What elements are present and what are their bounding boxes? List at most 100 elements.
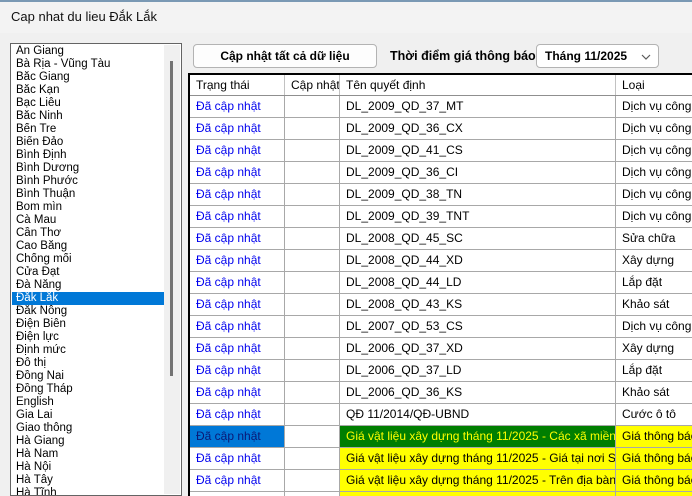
decision-name-cell[interactable]: DL_2008_QD_45_SC	[340, 228, 616, 249]
status-cell[interactable]: Đã cập nhật	[190, 118, 285, 139]
decision-name-cell[interactable]: DL_2006_QD_37_XD	[340, 338, 616, 359]
province-list-item[interactable]: Cần Thơ	[12, 227, 164, 240]
table-row[interactable]: Đã cập nhật DL_2008_QD_44_LD Lắp đặt	[190, 272, 692, 294]
decision-name-cell[interactable]: DL_2006_QD_36_KS	[340, 382, 616, 403]
type-cell[interactable]: Cước ô tô	[616, 404, 692, 425]
price-month-combobox[interactable]: Tháng 11/2025	[536, 44, 659, 68]
type-cell[interactable]: Dịch vụ công ích	[616, 184, 692, 205]
table-row[interactable]: Đã cập nhật DL_2008_QD_45_SC Sửa chữa	[190, 228, 692, 250]
type-cell[interactable]: Dịch vụ công ích	[616, 162, 692, 183]
update-cell[interactable]	[285, 228, 340, 249]
decision-name-cell[interactable]: DL_2008_QD_43_KS	[340, 294, 616, 315]
decision-name-cell[interactable]: DL_2009_QD_39_TNT	[340, 206, 616, 227]
listbox-scrollbar[interactable]	[164, 45, 180, 494]
update-cell[interactable]	[285, 448, 340, 469]
province-list-item[interactable]: Cà Mau	[12, 214, 164, 227]
province-list-item[interactable]: Đồng Nai	[12, 370, 164, 383]
type-cell[interactable]: Dịch vụ công ích	[616, 140, 692, 161]
type-cell[interactable]: Xây dựng	[616, 338, 692, 359]
province-list-item[interactable]: Bắc Kạn	[12, 84, 164, 97]
decision-name-cell[interactable]: Giá vật liệu xây dựng tháng 11/2025 - Tr…	[340, 470, 616, 491]
province-list-item[interactable]: Điện Biên	[12, 318, 164, 331]
status-cell[interactable]: Đã cập nhật	[190, 96, 285, 117]
decision-name-cell[interactable]: DL_2008_QD_44_LD	[340, 272, 616, 293]
province-list-item[interactable]: Bình Thuận	[12, 188, 164, 201]
province-listbox[interactable]: An Giang Bà Rịa - Vũng Tàu Bắc Giang Bắc Kạ…	[10, 43, 182, 496]
province-list-item[interactable]: Bắc Giang	[12, 71, 164, 84]
province-list-item[interactable]: Biển Đảo	[12, 136, 164, 149]
province-list-item[interactable]: Hà Nội	[12, 461, 164, 474]
province-list-item[interactable]: Bà Rịa - Vũng Tàu	[12, 58, 164, 71]
status-cell[interactable]: Đã cập nhật	[190, 316, 285, 337]
table-row[interactable]: Đã cập nhật Giá vật liệu xây dựng tháng …	[190, 448, 692, 470]
update-cell[interactable]	[285, 184, 340, 205]
table-row[interactable]: Đã cập nhật DL_2009_QD_36_CI Dịch vụ côn…	[190, 162, 692, 184]
province-list-item[interactable]: Bình Định	[12, 149, 164, 162]
province-list-item[interactable]: Bến Tre	[12, 123, 164, 136]
decision-name-cell[interactable]: DL_2008_QD_44_XD	[340, 250, 616, 271]
province-list-item[interactable]: Hà Giang	[12, 435, 164, 448]
status-cell[interactable]: Đã cập nhật	[190, 360, 285, 381]
table-row[interactable]: Đã cập nhật DL_2009_QD_39_TNT Dịch vụ cô…	[190, 206, 692, 228]
type-cell[interactable]: Lắp đặt	[616, 272, 692, 293]
status-cell[interactable]: Đã cập nhật	[190, 140, 285, 161]
decision-name-cell[interactable]	[340, 492, 616, 496]
decision-name-cell[interactable]: QĐ 11/2014/QĐ-UBND	[340, 404, 616, 425]
status-cell[interactable]: Đã cập nhật	[190, 404, 285, 425]
update-all-button[interactable]: Cập nhật tất cả dữ liệu	[193, 44, 377, 68]
decision-name-cell[interactable]: DL_2007_QD_53_CS	[340, 316, 616, 337]
type-cell[interactable]	[616, 492, 692, 496]
province-list-item[interactable]: Đắk Lắk	[12, 292, 164, 305]
type-cell[interactable]: Giá thông báo	[616, 470, 692, 491]
update-cell[interactable]	[285, 272, 340, 293]
province-list-item[interactable]: Cao Bằng	[12, 240, 164, 253]
status-cell[interactable]: Đã cập nhật	[190, 250, 285, 271]
decision-name-cell[interactable]: DL_2009_QD_38_TN	[340, 184, 616, 205]
update-cell[interactable]	[285, 426, 340, 447]
type-cell[interactable]: Giá thông báo	[616, 426, 692, 447]
province-list-item[interactable]: Hà Nam	[12, 448, 164, 461]
column-header-type[interactable]: Loại	[616, 75, 692, 95]
province-list-item[interactable]: Điện lực	[12, 331, 164, 344]
update-cell[interactable]	[285, 470, 340, 491]
type-cell[interactable]: Khảo sát	[616, 294, 692, 315]
decision-name-cell[interactable]: DL_2006_QD_37_LD	[340, 360, 616, 381]
table-row[interactable]	[190, 492, 692, 496]
update-cell[interactable]	[285, 162, 340, 183]
status-cell[interactable]: Đã cập nhật	[190, 272, 285, 293]
type-cell[interactable]: Dịch vụ công ích	[616, 96, 692, 117]
province-list-item[interactable]: Đồng Tháp	[12, 383, 164, 396]
status-cell[interactable]: Đã cập nhật	[190, 162, 285, 183]
table-row[interactable]: Đã cập nhật DL_2008_QD_44_XD Xây dựng	[190, 250, 692, 272]
province-list-item[interactable]: Hà Tây	[12, 474, 164, 487]
decision-name-cell[interactable]: DL_2009_QD_37_MT	[340, 96, 616, 117]
decision-name-cell[interactable]: DL_2009_QD_41_CS	[340, 140, 616, 161]
province-list-item[interactable]: Đăk Nông	[12, 305, 164, 318]
update-cell[interactable]	[285, 206, 340, 227]
province-list-item[interactable]: Giao thông	[12, 422, 164, 435]
province-list-item[interactable]: Cửa Đạt	[12, 266, 164, 279]
update-cell[interactable]	[285, 404, 340, 425]
table-row[interactable]: Đã cập nhật DL_2006_QD_36_KS Khảo sát	[190, 382, 692, 404]
table-row[interactable]: Đã cập nhật DL_2009_QD_41_CS Dịch vụ côn…	[190, 140, 692, 162]
province-list-item[interactable]: Bắc Ninh	[12, 110, 164, 123]
status-cell[interactable]: Đã cập nhật	[190, 206, 285, 227]
decision-name-cell[interactable]: Giá vật liệu xây dựng tháng 11/2025 - Gi…	[340, 448, 616, 469]
table-row[interactable]: Đã cập nhật DL_2007_QD_53_CS Dịch vụ côn…	[190, 316, 692, 338]
decision-name-cell[interactable]: DL_2009_QD_36_CX	[340, 118, 616, 139]
status-cell[interactable]: Đã cập nhật	[190, 426, 285, 447]
type-cell[interactable]: Xây dựng	[616, 250, 692, 271]
status-cell[interactable]: Đã cập nhật	[190, 338, 285, 359]
type-cell[interactable]: Giá thông báo	[616, 448, 692, 469]
province-list-item[interactable]: Bom mìn	[12, 201, 164, 214]
decision-name-cell[interactable]: Giá vật liệu xây dựng tháng 11/2025 - Cá…	[340, 426, 616, 447]
update-cell[interactable]	[285, 118, 340, 139]
table-row[interactable]: Đã cập nhật QĐ 11/2014/QĐ-UBND Cước ô tô	[190, 404, 692, 426]
update-cell[interactable]	[285, 140, 340, 161]
status-cell[interactable]: Đã cập nhật	[190, 382, 285, 403]
status-cell[interactable]: Đã cập nhật	[190, 294, 285, 315]
status-cell[interactable]	[190, 492, 285, 496]
table-row[interactable]: Đã cập nhật DL_2009_QD_36_CX Dịch vụ côn…	[190, 118, 692, 140]
province-list-item[interactable]: Bình Phước	[12, 175, 164, 188]
status-cell[interactable]: Đã cập nhật	[190, 470, 285, 491]
